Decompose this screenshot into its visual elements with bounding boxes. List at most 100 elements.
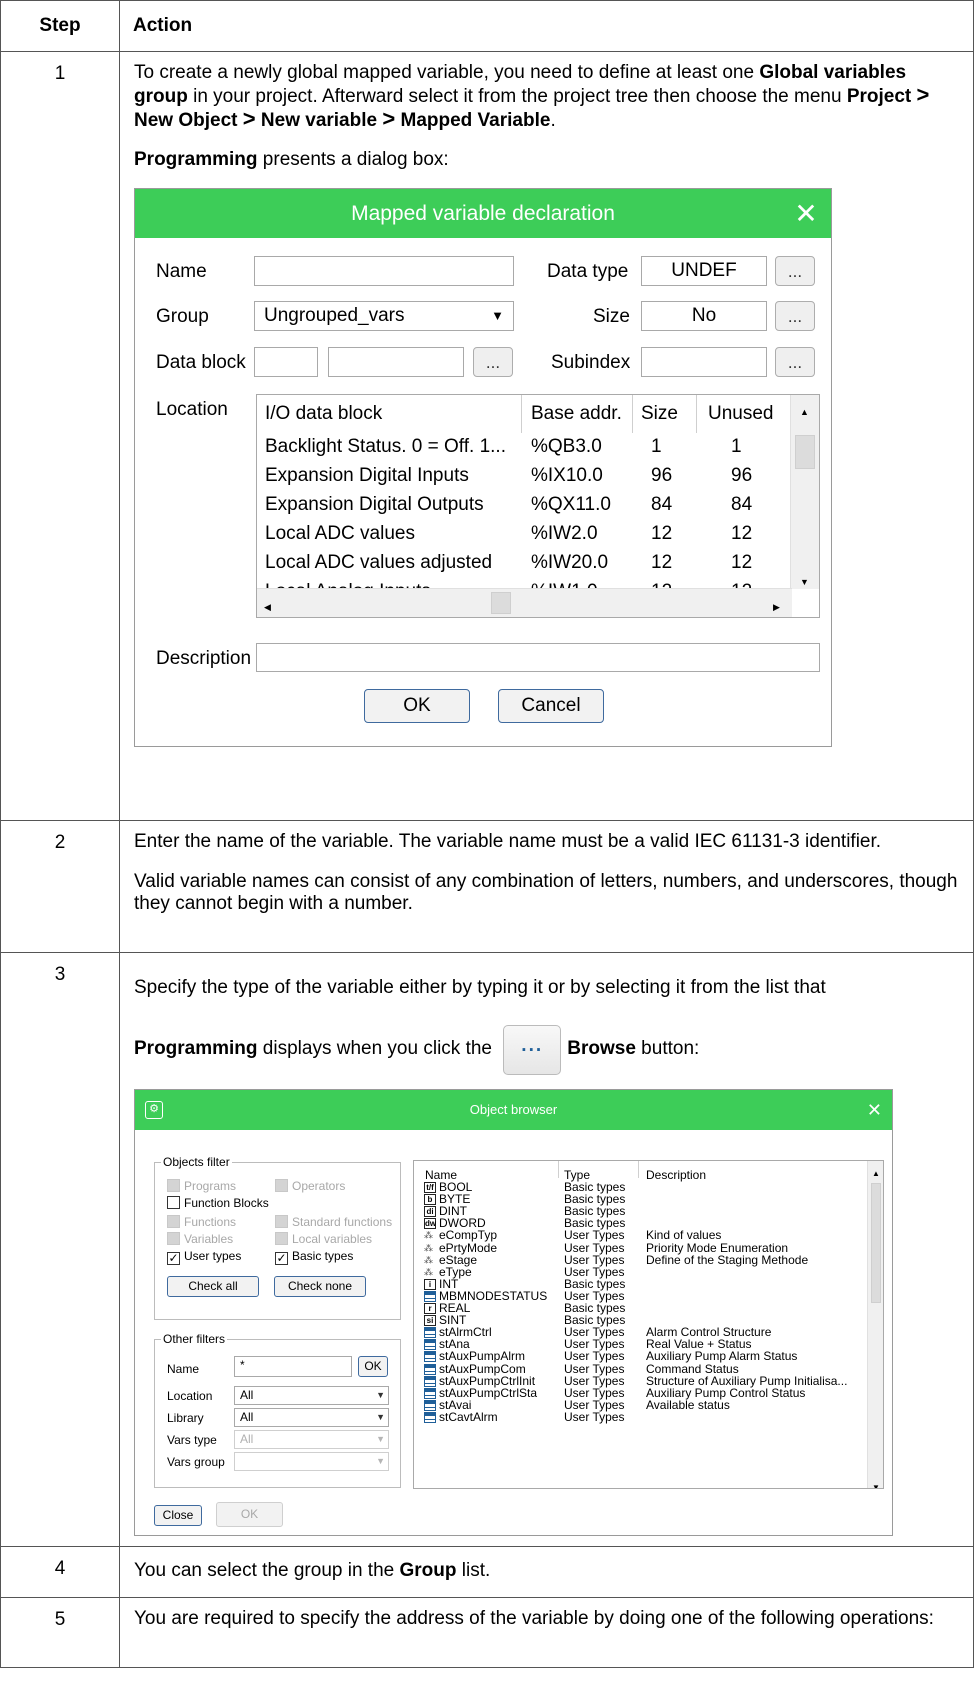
- scroll-down-icon[interactable]: ▼: [872, 1477, 880, 1488]
- struct-type-icon: [424, 1375, 436, 1387]
- object-list-item[interactable]: stAuxPumpCtrlSta User Types Auxiliary Pump…: [414, 1386, 867, 1400]
- filter-vars-type-select[interactable]: All ▼: [234, 1430, 389, 1449]
- group-select[interactable]: Ungrouped_vars ▼: [254, 301, 514, 331]
- subindex-input[interactable]: [641, 347, 767, 377]
- size-input[interactable]: No: [641, 301, 767, 331]
- close-button[interactable]: Close: [154, 1505, 202, 1526]
- scroll-right-icon[interactable]: ▶: [773, 596, 780, 617]
- step-number: 1: [0, 51, 120, 821]
- cancel-button[interactable]: Cancel: [498, 689, 604, 723]
- filter-variables-checkbox[interactable]: Variables: [167, 1232, 233, 1246]
- size-browse-button[interactable]: ...: [775, 301, 815, 331]
- data-type-input[interactable]: UNDEF: [641, 256, 767, 286]
- object-list[interactable]: Name Type Description t/f BOOL Basic types…: [413, 1160, 884, 1489]
- object-list-item[interactable]: ⁂ eType User Types: [414, 1265, 867, 1279]
- data-type-browse-button[interactable]: ...: [775, 256, 815, 286]
- data-block-index-input[interactable]: [254, 347, 318, 377]
- grid-row[interactable]: Backlight Status. 0 = Off. 1... %QB3.0 1…: [257, 433, 788, 462]
- basic-type-icon: dw: [424, 1218, 437, 1230]
- filter-programs-checkbox[interactable]: Programs: [167, 1179, 236, 1193]
- step-number: 3: [0, 952, 120, 1547]
- object-list-item[interactable]: t/f BOOL Basic types: [414, 1181, 867, 1194]
- subindex-browse-button[interactable]: ...: [775, 347, 815, 377]
- basic-type-icon: i: [424, 1278, 436, 1290]
- filter-vars-group-select[interactable]: ▼: [234, 1452, 389, 1471]
- enum-type-icon: ⁂: [424, 1266, 433, 1277]
- steps-table: Step Action 1 To create a newly global m…: [0, 0, 974, 1668]
- filter-library-label: Library: [167, 1411, 204, 1425]
- filter-standard-functions-checkbox[interactable]: Standard functions: [275, 1215, 392, 1229]
- step-action: Enter the name of the variable. The vari…: [119, 820, 974, 953]
- grid-cell: 96: [731, 465, 753, 486]
- scroll-left-icon[interactable]: ◀: [264, 596, 271, 617]
- data-block-browse-button[interactable]: ...: [473, 347, 513, 377]
- filter-functions-checkbox[interactable]: Functions: [167, 1215, 236, 1229]
- filter-name-input[interactable]: *: [234, 1356, 352, 1377]
- browser-ok-button[interactable]: OK: [216, 1502, 283, 1527]
- mapped-variable-dialog: Mapped variable declaration ✕ Name Data …: [134, 188, 832, 747]
- enum-type-icon: ⁂: [424, 1254, 433, 1265]
- filter-vars-type-label: Vars type: [167, 1433, 217, 1447]
- data-block-name-input[interactable]: [328, 347, 464, 377]
- location-grid[interactable]: I/O data block Base addr. Size Unused Ba…: [256, 394, 820, 618]
- gear-icon: ⚙: [145, 1101, 163, 1119]
- object-list-item[interactable]: MBMNODESTATUS User Types: [414, 1289, 867, 1303]
- filter-basic-types-checkbox[interactable]: ✓ Basic types: [275, 1249, 353, 1265]
- check-none-button[interactable]: Check none: [274, 1276, 366, 1297]
- grid-row[interactable]: Expansion Digital Inputs %IX10.0 96 96: [257, 462, 788, 491]
- description-input[interactable]: [256, 643, 820, 672]
- filter-location-label: Location: [167, 1389, 213, 1403]
- vertical-scrollbar[interactable]: ▲ ▼: [867, 1161, 883, 1488]
- objects-filter-legend: Objects filter: [161, 1155, 232, 1169]
- step-action: To create a newly global mapped variable…: [119, 51, 974, 821]
- group-value: Ungrouped_vars: [264, 305, 405, 326]
- grid-row[interactable]: Expansion Digital Outputs %QX11.0 84 84: [257, 491, 788, 520]
- step3-paragraph-2: Programming displays when you click the …: [134, 1025, 959, 1075]
- filter-name-ok-button[interactable]: OK: [358, 1356, 388, 1377]
- grid-cell: 12: [651, 552, 673, 573]
- filter-user-types-checkbox[interactable]: ✓ User types: [167, 1249, 241, 1265]
- grid-row[interactable]: Local ADC values %IW2.0 12 12: [257, 520, 788, 549]
- grid-row[interactable]: Local ADC values adjusted %IW20.0 12 12: [257, 549, 788, 578]
- chevron-down-icon: ▼: [376, 1390, 385, 1400]
- object-list-item[interactable]: b BYTE Basic types: [414, 1193, 867, 1206]
- grid-header: I/O data block Base addr. Size Unused: [257, 395, 788, 433]
- name-input[interactable]: [254, 256, 514, 286]
- struct-type-icon: [424, 1387, 436, 1399]
- scroll-thumb[interactable]: [871, 1183, 881, 1303]
- scroll-up-icon[interactable]: ▲: [872, 1163, 880, 1185]
- col-action-header: Action: [119, 0, 974, 52]
- scroll-down-icon[interactable]: ▼: [800, 571, 809, 593]
- col-step-header: Step: [0, 0, 120, 52]
- filter-vars-group-label: Vars group: [167, 1455, 225, 1469]
- filter-library-select[interactable]: All ▼: [234, 1408, 389, 1427]
- filter-local-variables-checkbox[interactable]: Local variables: [275, 1232, 372, 1246]
- horizontal-scrollbar[interactable]: ◀ ▶: [257, 588, 792, 617]
- object-list-item[interactable]: ⁂ eStage User Types Define of the Staging M…: [414, 1253, 867, 1267]
- grid-cell: Local ADC values: [265, 523, 415, 544]
- object-name: stCavtAlrm: [439, 1409, 498, 1424]
- close-icon[interactable]: ✕: [867, 1090, 882, 1130]
- filter-location-select[interactable]: All ▼: [234, 1386, 389, 1405]
- ok-button[interactable]: OK: [364, 689, 470, 723]
- grid-cell: %IW20.0: [531, 552, 609, 573]
- dialog-title: Object browser: [469, 1102, 558, 1117]
- description-label: Description: [156, 648, 252, 669]
- filter-function-blocks-checkbox[interactable]: Function Blocks: [167, 1196, 269, 1210]
- object-list-item[interactable]: stCavtAlrm User Types: [414, 1409, 867, 1424]
- scroll-thumb[interactable]: [795, 435, 815, 469]
- check-all-button[interactable]: Check all: [167, 1276, 259, 1297]
- scroll-up-icon[interactable]: ▲: [800, 401, 809, 423]
- grid-cell: %QB3.0: [531, 436, 602, 457]
- step-number: 2: [0, 820, 120, 953]
- grid-cell: Backlight Status. 0 = Off. 1...: [265, 436, 506, 457]
- object-list-item[interactable]: stAlrmCtrl User Types Alarm Control Struct…: [414, 1326, 867, 1339]
- list-header: Name Type Description: [414, 1161, 867, 1182]
- hscroll-thumb[interactable]: [491, 592, 511, 614]
- object-list-item[interactable]: r REAL Basic types: [414, 1302, 867, 1315]
- chevron-down-icon: ▼: [376, 1456, 385, 1466]
- filter-operators-checkbox[interactable]: Operators: [275, 1179, 345, 1193]
- chevron-down-icon: ▼: [376, 1434, 385, 1444]
- close-icon[interactable]: ✕: [791, 189, 821, 238]
- vertical-scrollbar[interactable]: ▲ ▼: [790, 395, 819, 589]
